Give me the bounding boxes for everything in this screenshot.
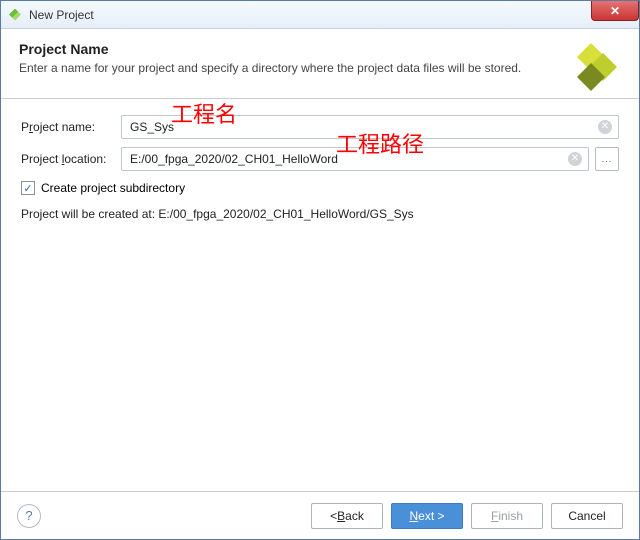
browse-button[interactable]: ... bbox=[595, 147, 619, 171]
project-location-text[interactable] bbox=[128, 151, 564, 167]
back-button[interactable]: < Back bbox=[311, 503, 383, 529]
project-location-input[interactable]: ✕ bbox=[121, 147, 589, 171]
footer: ? < Back Next > Finish Cancel bbox=[1, 491, 639, 539]
window-controls: ✕ bbox=[592, 1, 639, 21]
vivado-logo-icon bbox=[563, 39, 619, 95]
project-name-label: Project name: bbox=[21, 120, 121, 134]
project-name-input[interactable]: ✕ bbox=[121, 115, 619, 139]
project-path-summary: Project will be created at: E:/00_fpga_2… bbox=[21, 207, 619, 221]
project-location-label: Project location: bbox=[21, 152, 121, 166]
cancel-button[interactable]: Cancel bbox=[551, 503, 623, 529]
create-subdir-row[interactable]: ✓ Create project subdirectory bbox=[21, 181, 619, 195]
titlebar: New Project ✕ bbox=[1, 1, 639, 29]
project-name-row: Project name: ✕ bbox=[21, 115, 619, 139]
content: Project name: ✕ Project location: ✕ ... … bbox=[1, 99, 639, 491]
header: Project Name Enter a name for your proje… bbox=[1, 29, 639, 99]
app-icon bbox=[7, 7, 23, 23]
browse-label: ... bbox=[602, 154, 613, 164]
close-icon[interactable]: ✕ bbox=[591, 1, 639, 21]
help-button[interactable]: ? bbox=[17, 504, 41, 528]
page-title: Project Name bbox=[19, 41, 621, 57]
clear-location-icon[interactable]: ✕ bbox=[568, 152, 582, 166]
clear-name-icon[interactable]: ✕ bbox=[598, 120, 612, 134]
help-icon: ? bbox=[25, 508, 32, 523]
next-button[interactable]: Next > bbox=[391, 503, 463, 529]
create-subdir-checkbox[interactable]: ✓ bbox=[21, 181, 35, 195]
finish-button: Finish bbox=[471, 503, 543, 529]
checkmark-icon: ✓ bbox=[23, 182, 32, 195]
page-description: Enter a name for your project and specif… bbox=[19, 61, 621, 75]
window-title: New Project bbox=[29, 8, 94, 22]
project-location-row: Project location: ✕ ... bbox=[21, 147, 619, 171]
project-name-text[interactable] bbox=[128, 119, 594, 135]
create-subdir-label: Create project subdirectory bbox=[41, 181, 185, 195]
